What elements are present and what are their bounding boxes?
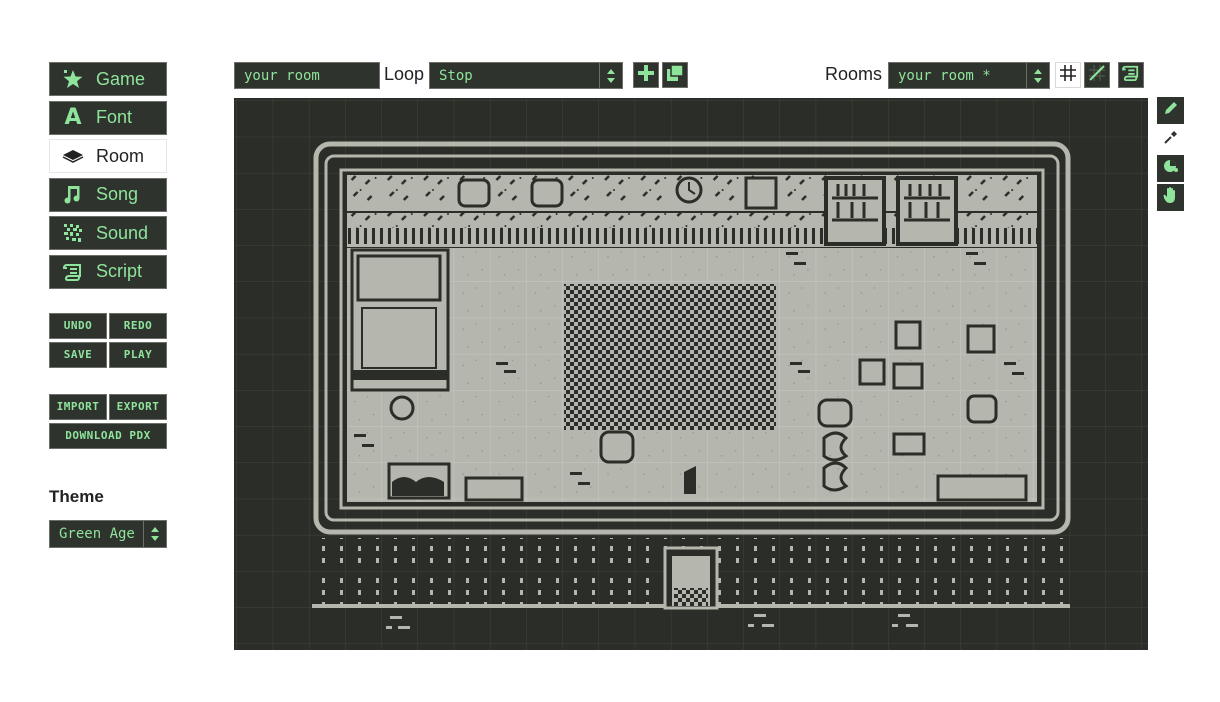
history-buttons: UNDO REDO SAVE PLAY: [49, 312, 167, 368]
theme-label: Theme: [49, 487, 104, 506]
rooms-label: Rooms: [825, 64, 883, 84]
noise-icon: [50, 223, 96, 243]
pencil-tool[interactable]: [1157, 97, 1184, 124]
nav-script[interactable]: Script: [49, 254, 167, 289]
eyedropper-icon: [1163, 129, 1179, 150]
nav-font[interactable]: A Font: [49, 100, 167, 135]
grid-icon: [1059, 64, 1077, 87]
star-icon: [50, 69, 96, 89]
layers-icon: [50, 149, 96, 163]
slash-icon: [1088, 64, 1106, 87]
export-button[interactable]: EXPORT: [109, 393, 167, 420]
updown-arrows-icon: [143, 521, 166, 547]
nav-game[interactable]: Game: [49, 62, 167, 96]
fill-icon: [1163, 158, 1179, 179]
undo-button[interactable]: UNDO: [49, 312, 107, 339]
redo-button[interactable]: REDO: [109, 312, 167, 339]
pencil-icon: [1163, 100, 1179, 121]
grid-toggle-button[interactable]: [1055, 62, 1081, 88]
hand-icon: [1163, 186, 1179, 209]
nav-room[interactable]: Room: [49, 139, 167, 173]
room-canvas[interactable]: [234, 98, 1148, 650]
nav-song-label: Song: [96, 184, 139, 204]
scroll-icon: [1122, 65, 1140, 86]
room-map: [234, 98, 1148, 650]
rooms-select[interactable]: your room *: [888, 62, 1050, 89]
nav-sound-label: Sound: [96, 222, 149, 243]
music-note-icon: [50, 185, 96, 205]
add-room-button[interactable]: [633, 62, 659, 88]
theme-select-value: Green Age: [59, 526, 135, 542]
sidebar: Game A Font Room Song Sound Script UNDO …: [49, 62, 167, 449]
tool-palette: [1157, 97, 1184, 213]
nav-room-label: Room: [96, 145, 145, 166]
loop-select-value: Stop: [439, 67, 473, 84]
nav-font-label: Font: [96, 107, 133, 127]
eyedropper-tool[interactable]: [1157, 126, 1184, 153]
room-name-input[interactable]: [234, 62, 380, 89]
room-script-button[interactable]: [1118, 62, 1144, 88]
plus-icon: [637, 64, 655, 87]
rooms-select-value: your room *: [898, 67, 991, 84]
loop-select[interactable]: Stop: [429, 62, 623, 89]
duplicate-icon: [666, 63, 684, 87]
updown-arrows-icon: [599, 63, 622, 88]
font-icon: A: [64, 105, 82, 130]
nav-song[interactable]: Song: [49, 177, 167, 212]
nav-sound[interactable]: Sound: [49, 216, 167, 250]
fill-tool[interactable]: [1157, 155, 1184, 182]
nav-script-label: Script: [96, 261, 143, 281]
save-button[interactable]: SAVE: [49, 341, 107, 368]
file-buttons: IMPORT EXPORT DOWNLOAD PDX: [49, 393, 167, 449]
theme-select[interactable]: Green Age: [49, 520, 167, 548]
import-button[interactable]: IMPORT: [49, 393, 107, 420]
nav-game-label: Game: [96, 68, 146, 89]
scroll-icon: [50, 263, 96, 281]
hand-tool[interactable]: [1157, 184, 1184, 211]
collision-toggle-button[interactable]: [1084, 62, 1110, 88]
updown-arrows-icon: [1026, 63, 1049, 88]
download-pdx-button[interactable]: DOWNLOAD PDX: [49, 422, 167, 449]
play-button[interactable]: PLAY: [109, 341, 167, 368]
duplicate-room-button[interactable]: [662, 62, 688, 88]
loop-label: Loop: [384, 64, 425, 84]
